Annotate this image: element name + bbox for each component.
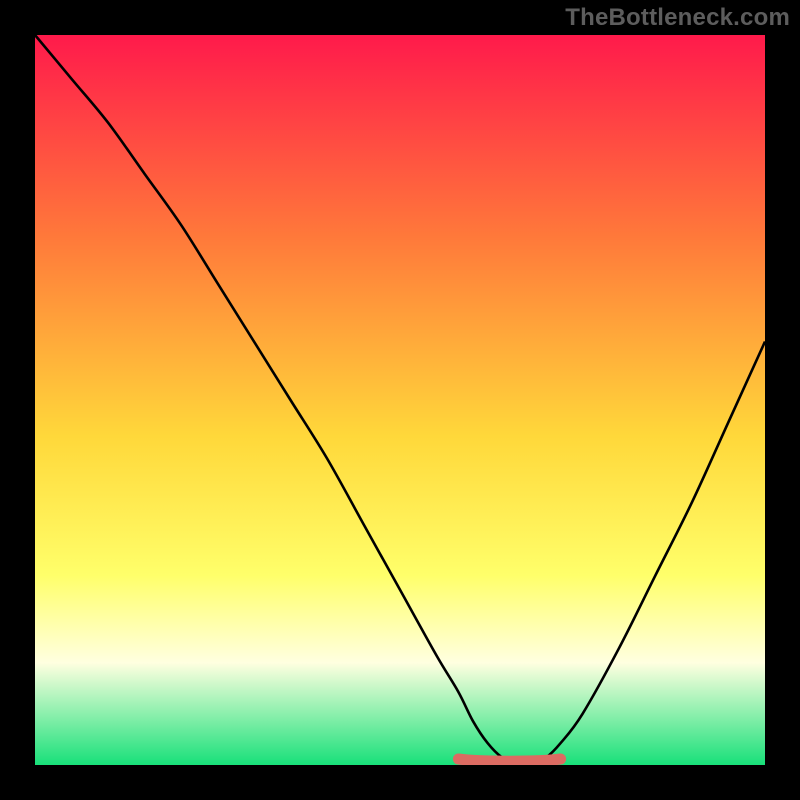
border-right <box>765 0 800 800</box>
chart-frame: { "watermark": "TheBottleneck.com", "col… <box>0 0 800 800</box>
border-bottom <box>0 765 800 800</box>
watermark-text: TheBottleneck.com <box>565 4 790 32</box>
sweet-spot-marker <box>458 759 560 761</box>
border-left <box>0 0 35 800</box>
bottleneck-chart <box>0 0 800 800</box>
plot-background <box>35 35 765 765</box>
